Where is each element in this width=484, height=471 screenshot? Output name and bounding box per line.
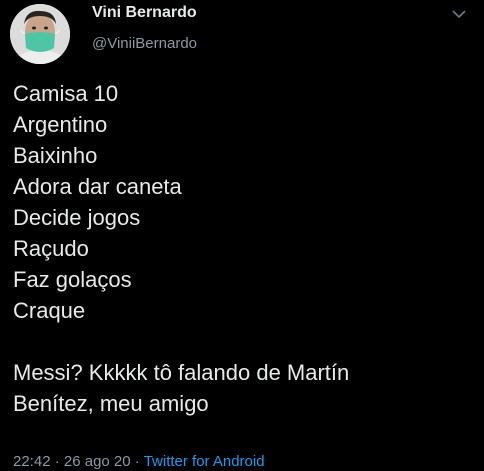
tweet-line: Camisa 10 (13, 81, 119, 106)
author-handle[interactable]: @ViniiBernardo (92, 35, 197, 52)
tweet-card: Vini Bernardo @ViniiBernardo Camisa 10 A… (0, 0, 484, 471)
tweet-line: Argentino (13, 112, 108, 137)
avatar-image (10, 4, 70, 64)
tweet-line: Benítez, meu amigo (13, 391, 209, 416)
avatar[interactable] (10, 4, 70, 64)
tweet-line: Decide jogos (13, 205, 141, 230)
tweet-meta: 22:42 · 26 ago 20 · Twitter for Android (13, 453, 265, 470)
tweet-time[interactable]: 22:42 (13, 453, 51, 470)
tweet-line: Raçudo (13, 236, 89, 261)
author-display-name[interactable]: Vini Bernardo (92, 4, 197, 22)
meta-separator: · (130, 453, 144, 470)
meta-separator: · (50, 453, 64, 470)
tweet-source-link[interactable]: Twitter for Android (144, 453, 265, 470)
tweet-line: Messi? Kkkkk tô falando de Martín (13, 360, 350, 385)
tweet-line: Faz golaços (13, 267, 132, 292)
chevron-down-icon (452, 10, 466, 19)
tweet-line: Craque (13, 298, 86, 323)
tweet-text: Camisa 10 Argentino Baixinho Adora dar c… (13, 78, 473, 419)
tweet-line: Adora dar caneta (13, 174, 182, 199)
tweet-line: Baixinho (13, 143, 98, 168)
more-options-button[interactable] (446, 4, 472, 24)
tweet-date[interactable]: 26 ago 20 (64, 453, 131, 470)
